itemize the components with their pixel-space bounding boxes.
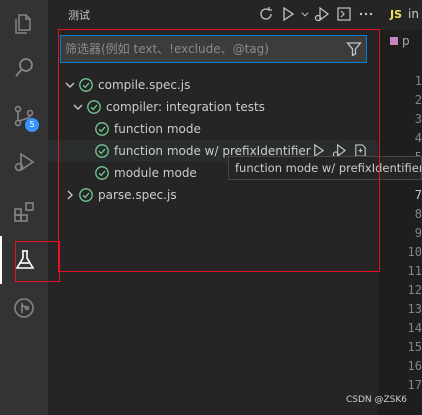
tree-item-parse-spec[interactable]: parse.spec.js [48, 184, 378, 206]
line-number: 4 [414, 131, 422, 145]
tree-item-label: parse.spec.js [98, 188, 177, 202]
extensions-icon[interactable] [0, 188, 48, 236]
line-number: 8 [414, 207, 422, 221]
line-number: 16 [407, 359, 422, 373]
testing-view: 测试 筛选器(例如 text、!exclude、@tag) compile.sp… [48, 0, 378, 415]
js-file-icon: JS [390, 8, 403, 21]
show-output-icon[interactable] [334, 4, 354, 24]
debug-all-icon[interactable] [312, 4, 332, 24]
line-number: 10 [407, 245, 422, 259]
tree-item-function-mode[interactable]: function mode [48, 118, 378, 140]
tree-item-label: function mode [114, 122, 201, 136]
chevron-right-icon[interactable] [62, 187, 78, 203]
tree-item-label: compiler: integration tests [106, 100, 265, 114]
chevron-down-icon[interactable] [70, 99, 86, 115]
test-tooltip: function mode w/ prefixIdentifier [228, 156, 422, 180]
editor: JS in p 1 2 3 4 5 6 7 8 9 10 11 12 13 14… [378, 0, 422, 415]
line-number-current: 7 [414, 188, 422, 202]
chevron-down-icon[interactable] [62, 77, 78, 93]
header-actions [256, 4, 376, 24]
tree-item-compile-spec[interactable]: compile.spec.js [48, 74, 378, 96]
passed-icon [87, 100, 101, 114]
run-debug-icon[interactable] [0, 138, 48, 186]
filter-icon[interactable] [346, 41, 362, 57]
line-numbers: 1 2 3 4 5 6 7 8 9 10 11 12 13 14 15 16 1… [378, 72, 422, 395]
testing-icon[interactable] [0, 236, 48, 284]
tab-name: in [408, 7, 419, 21]
watermark: CSDN @ZSK6 [346, 395, 408, 405]
line-number: 9 [414, 226, 422, 240]
filter-input[interactable] [61, 36, 341, 62]
dropdown-chevron-icon[interactable] [300, 4, 310, 24]
line-number: 12 [407, 283, 422, 297]
tree-item-label: compile.spec.js [98, 78, 191, 92]
more-icon[interactable] [356, 4, 376, 24]
passed-icon [95, 122, 109, 136]
line-number: 15 [407, 340, 422, 354]
passed-icon [79, 78, 93, 92]
refresh-icon[interactable] [256, 4, 276, 24]
source-control-badge: 5 [25, 118, 39, 132]
passed-icon [95, 144, 109, 158]
test-filter [60, 35, 367, 63]
tree-item-integration-tests[interactable]: compiler: integration tests [48, 96, 378, 118]
tree-item-label: module mode [114, 166, 197, 180]
passed-icon [79, 188, 93, 202]
editor-tab[interactable]: JS in [378, 0, 422, 30]
line-number: 1 [414, 74, 422, 88]
symbol-icon [390, 37, 398, 45]
explorer-icon[interactable] [0, 0, 48, 48]
line-number: 13 [407, 302, 422, 316]
line-number: 3 [414, 112, 422, 126]
test-tree: compile.spec.js compiler: integration te… [48, 74, 378, 206]
line-number: 2 [414, 93, 422, 107]
run-all-icon[interactable] [278, 4, 298, 24]
line-number: 17 [407, 378, 422, 392]
line-number: 11 [407, 264, 422, 278]
remote-icon[interactable] [0, 284, 48, 332]
breadcrumb-label: p [402, 34, 410, 48]
source-control-icon[interactable]: 5 [0, 92, 48, 140]
search-icon[interactable] [0, 44, 48, 92]
view-header: 测试 [48, 0, 378, 28]
line-number: 14 [407, 321, 422, 335]
activity-bar: 5 [0, 0, 48, 415]
breadcrumb[interactable]: p [390, 34, 410, 48]
passed-icon [95, 166, 109, 180]
view-title: 测试 [68, 9, 90, 22]
